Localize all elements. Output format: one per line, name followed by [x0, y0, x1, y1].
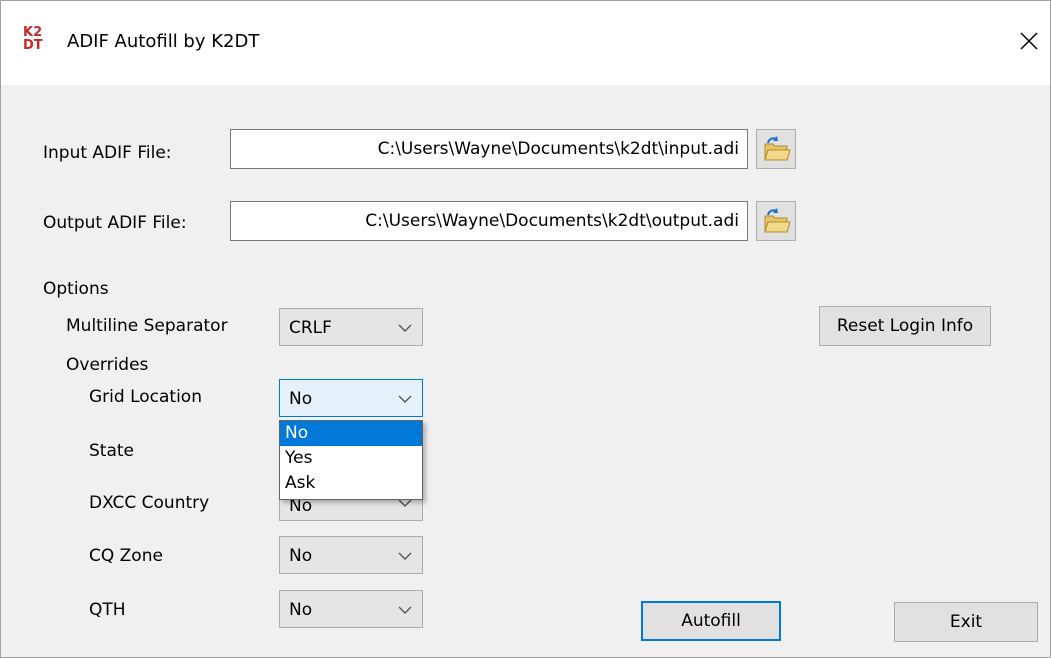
qth-label: QTH	[89, 600, 126, 620]
overrides-label: Overrides	[66, 355, 149, 375]
dropdown-option-yes[interactable]: Yes	[280, 446, 422, 471]
grid-location-select[interactable]: No	[279, 379, 423, 417]
grid-location-value: No	[289, 389, 313, 409]
dropdown-option-ask[interactable]: Ask	[280, 471, 422, 496]
chevron-down-icon	[398, 395, 412, 403]
autofill-button[interactable]: Autofill	[641, 601, 781, 641]
open-folder-icon	[764, 208, 791, 233]
chevron-down-icon	[398, 552, 412, 560]
options-heading: Options	[43, 279, 109, 299]
exit-button[interactable]: Exit	[894, 602, 1038, 642]
reset-login-button[interactable]: Reset Login Info	[819, 306, 991, 346]
output-browse-button[interactable]	[756, 201, 796, 241]
cq-zone-value: No	[289, 546, 313, 566]
window-title: ADIF Autofill by K2DT	[67, 31, 260, 52]
close-button[interactable]	[1011, 23, 1047, 59]
output-file-label: Output ADIF File:	[43, 213, 187, 233]
input-file-field[interactable]: C:\Users\Wayne\Documents\k2dt\input.adi	[230, 129, 748, 169]
app-logo-icon: K2 DT	[23, 25, 43, 53]
chevron-down-icon	[398, 606, 412, 614]
close-icon	[1020, 32, 1038, 50]
open-folder-icon	[764, 136, 791, 161]
dropdown-option-no[interactable]: No	[280, 421, 422, 446]
output-file-field[interactable]: C:\Users\Wayne\Documents\k2dt\output.adi	[230, 201, 748, 241]
cq-zone-label: CQ Zone	[89, 546, 163, 566]
multiline-separator-value: CRLF	[289, 318, 332, 338]
grid-location-dropdown-list: No Yes Ask	[279, 420, 423, 500]
title-bar[interactable]: K2 DT ADIF Autofill by K2DT	[1, 1, 1050, 85]
cq-zone-select[interactable]: No	[279, 536, 423, 574]
state-label: State	[89, 441, 134, 461]
main-window: K2 DT ADIF Autofill by K2DT Input ADIF F…	[0, 0, 1051, 658]
qth-value: No	[289, 600, 313, 620]
multiline-separator-select[interactable]: CRLF	[279, 308, 423, 346]
input-file-label: Input ADIF File:	[43, 143, 172, 163]
grid-location-label: Grid Location	[89, 387, 202, 407]
multiline-separator-label: Multiline Separator	[66, 316, 228, 336]
chevron-down-icon	[398, 324, 412, 332]
input-browse-button[interactable]	[756, 129, 796, 169]
qth-select[interactable]: No	[279, 590, 423, 628]
dxcc-country-label: DXCC Country	[89, 493, 210, 513]
